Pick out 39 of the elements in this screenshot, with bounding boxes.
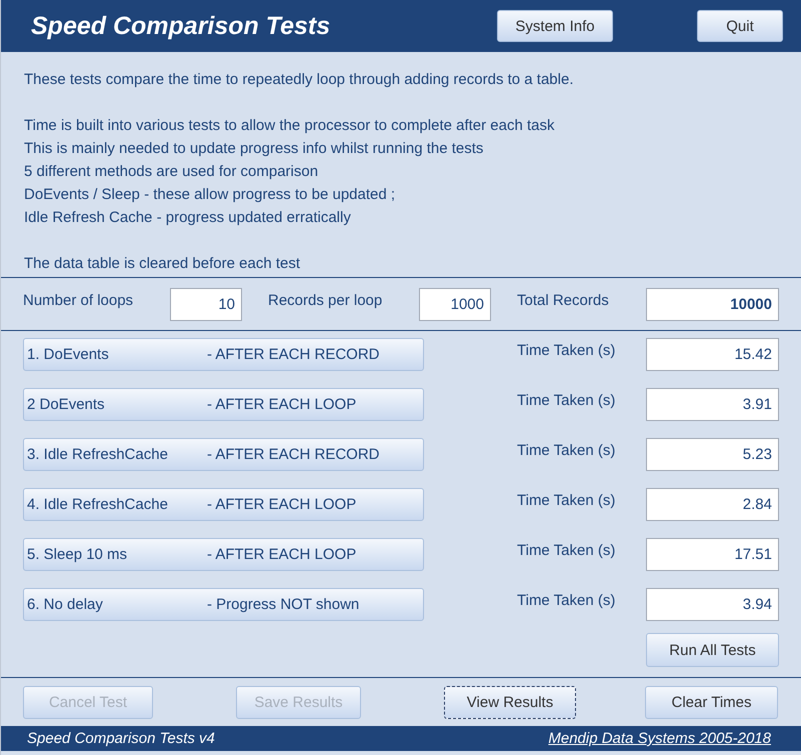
setting-label: Records per loop xyxy=(268,292,384,308)
time-taken-label: Time Taken (s) xyxy=(517,442,616,459)
window-title: Speed Comparison Tests xyxy=(31,12,332,40)
company-link[interactable]: Mendip Data Systems 2005-2018 xyxy=(548,730,771,747)
setting-field[interactable]: 10000 xyxy=(646,288,779,320)
time-taken-label: Time Taken (s) xyxy=(517,392,616,409)
description-line: This is mainly needed to update progress info whilst running the tests xyxy=(24,139,484,159)
test-button[interactable]: 1. DoEvents - AFTER EACH RECORD xyxy=(23,338,424,371)
description-line: Idle Refresh Cache - progress updated erratically xyxy=(24,208,352,228)
time-taken-label: Time Taken (s) xyxy=(517,342,616,359)
time-field[interactable]: 5.23 xyxy=(646,438,779,471)
time-field[interactable]: 17.51 xyxy=(646,538,779,571)
setting-field[interactable]: 10 xyxy=(170,288,242,320)
time-taken-label: Time Taken (s) xyxy=(517,492,616,509)
test-button[interactable]: 4. Idle RefreshCache - AFTER EACH LOOP xyxy=(23,488,424,521)
time-field[interactable]: 3.91 xyxy=(646,388,779,421)
test-button[interactable]: 2 DoEvents - AFTER EACH LOOP xyxy=(23,388,424,421)
description-line: These tests compare the time to repeatedly loop through adding records to a table. xyxy=(24,70,574,90)
run-all-tests-button[interactable]: Run All Tests xyxy=(646,633,779,667)
time-taken-label: Time Taken (s) xyxy=(517,592,616,609)
action-button[interactable]: View Results xyxy=(444,686,576,719)
action-button[interactable]: Clear Times xyxy=(645,686,778,719)
time-field[interactable]: 15.42 xyxy=(646,338,779,371)
setting-label: Number of loops xyxy=(23,292,134,308)
description-line: The data table is cleared before each test xyxy=(24,254,302,274)
time-field[interactable]: 2.84 xyxy=(646,488,779,521)
version-text: Speed Comparison Tests v4 xyxy=(27,730,215,747)
test-button[interactable]: 5. Sleep 10 ms - AFTER EACH LOOP xyxy=(23,538,424,571)
setting-label: Total Records xyxy=(517,292,610,308)
header-button[interactable]: System Info xyxy=(497,10,613,42)
header-button[interactable]: Quit xyxy=(697,10,783,42)
time-taken-label: Time Taken (s) xyxy=(517,542,616,559)
test-button[interactable]: 3. Idle RefreshCache - AFTER EACH RECORD xyxy=(23,438,424,471)
description-line: 5 different methods are used for comparison xyxy=(24,162,320,182)
description-line: Time is built into various tests to allow the processor to complete after each task xyxy=(24,116,556,136)
test-button[interactable]: 6. No delay - Progress NOT shown xyxy=(23,588,424,621)
time-field[interactable]: 3.94 xyxy=(646,588,779,621)
description-line: DoEvents / Sleep - these allow progress to be updated ; xyxy=(24,185,396,205)
setting-field[interactable]: 1000 xyxy=(419,288,491,320)
